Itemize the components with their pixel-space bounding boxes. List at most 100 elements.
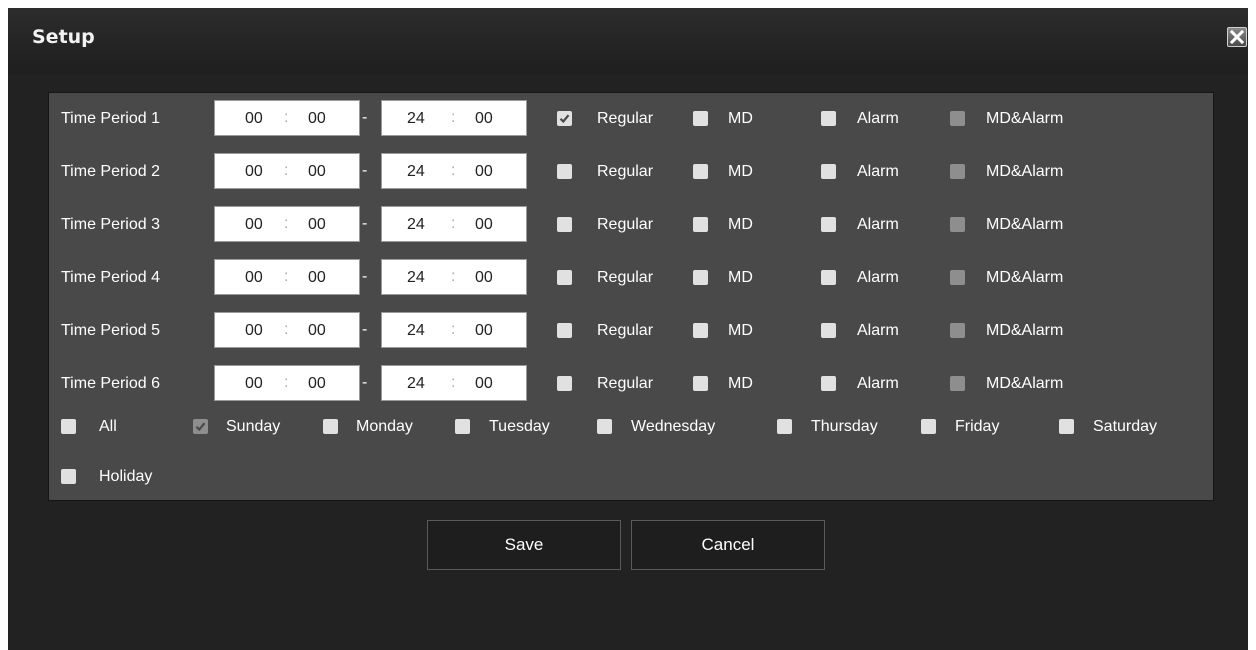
time-range-separator: - — [362, 109, 368, 126]
close-icon — [1230, 30, 1244, 44]
start-time-input[interactable]: 00: 00 — [214, 312, 360, 348]
time-colon: : — [284, 109, 289, 126]
end-hour: 24 — [407, 216, 425, 233]
end-minute: 00 — [475, 216, 493, 233]
regular-checkbox[interactable] — [557, 217, 572, 232]
end-time-input[interactable]: 24: 00 — [381, 206, 527, 242]
start-hour: 00 — [245, 110, 263, 127]
wednesday-label: Wednesday — [631, 418, 716, 435]
save-button[interactable]: Save — [427, 520, 621, 570]
start-minute: 00 — [308, 163, 326, 180]
time-range-separator: - — [362, 162, 368, 179]
time-colon: : — [284, 321, 289, 338]
time-colon: : — [284, 215, 289, 232]
end-hour: 24 — [407, 269, 425, 286]
regular-checkbox[interactable] — [557, 270, 572, 285]
time-range-separator: - — [362, 374, 368, 391]
alarm-label: Alarm — [857, 322, 899, 339]
end-minute: 00 — [475, 110, 493, 127]
alarm-checkbox[interactable] — [821, 270, 836, 285]
start-time-input[interactable]: 00: 00 — [214, 206, 360, 242]
regular-checkbox[interactable] — [557, 111, 572, 126]
md-alarm-label: MD&Alarm — [986, 269, 1064, 286]
dialog-title: Setup — [32, 26, 95, 48]
md-alarm-checkbox[interactable] — [950, 270, 965, 285]
md-alarm-label: MD&Alarm — [986, 216, 1064, 233]
regular-label: Regular — [597, 269, 654, 286]
start-hour: 00 — [245, 163, 263, 180]
start-minute: 00 — [308, 216, 326, 233]
end-time-input[interactable]: 24: 00 — [381, 259, 527, 295]
md-checkbox[interactable] — [693, 270, 708, 285]
time-period-label: Time Period 1 — [61, 110, 160, 127]
time-colon: : — [284, 268, 289, 285]
tuesday-checkbox[interactable] — [455, 419, 470, 434]
end-time-input[interactable]: 24: 00 — [381, 100, 527, 136]
md-label: MD — [728, 216, 753, 233]
md-label: MD — [728, 322, 753, 339]
start-time-input[interactable]: 00: 00 — [214, 259, 360, 295]
time-period-label: Time Period 5 — [61, 322, 160, 339]
regular-checkbox[interactable] — [557, 164, 572, 179]
saturday-checkbox[interactable] — [1059, 419, 1074, 434]
alarm-label: Alarm — [857, 269, 899, 286]
monday-label: Monday — [356, 418, 413, 435]
all-label: All — [99, 418, 117, 435]
friday-label: Friday — [955, 418, 1000, 435]
start-hour: 00 — [245, 216, 263, 233]
wednesday-checkbox[interactable] — [597, 419, 612, 434]
time-period-label: Time Period 4 — [61, 269, 160, 286]
start-time-input[interactable]: 00: 00 — [214, 100, 360, 136]
alarm-checkbox[interactable] — [821, 164, 836, 179]
checkmark-icon — [195, 422, 206, 432]
dialog-titlebar: Setup — [8, 8, 1248, 74]
sunday-checkbox[interactable] — [193, 419, 208, 434]
time-colon: : — [284, 374, 289, 391]
start-time-input[interactable]: 00: 00 — [214, 365, 360, 401]
end-time-input[interactable]: 24: 00 — [381, 153, 527, 189]
alarm-checkbox[interactable] — [821, 376, 836, 391]
alarm-label: Alarm — [857, 163, 899, 180]
checkmark-icon — [559, 114, 570, 124]
md-alarm-label: MD&Alarm — [986, 110, 1064, 127]
md-alarm-checkbox[interactable] — [950, 164, 965, 179]
all-checkbox[interactable] — [61, 419, 76, 434]
thursday-checkbox[interactable] — [777, 419, 792, 434]
time-colon: : — [451, 321, 456, 338]
md-checkbox[interactable] — [693, 164, 708, 179]
md-alarm-label: MD&Alarm — [986, 163, 1064, 180]
md-alarm-checkbox[interactable] — [950, 376, 965, 391]
end-time-input[interactable]: 24: 00 — [381, 312, 527, 348]
start-hour: 00 — [245, 375, 263, 392]
regular-label: Regular — [597, 216, 654, 233]
time-period-label: Time Period 2 — [61, 163, 160, 180]
md-alarm-checkbox[interactable] — [950, 217, 965, 232]
md-label: MD — [728, 163, 753, 180]
md-checkbox[interactable] — [693, 323, 708, 338]
friday-checkbox[interactable] — [921, 419, 936, 434]
close-button[interactable] — [1227, 27, 1247, 47]
md-alarm-checkbox[interactable] — [950, 323, 965, 338]
regular-checkbox[interactable] — [557, 376, 572, 391]
time-period-row: Time Period 1 00: 00 - 24: 00 Regular MD Alarm MD… — [49, 100, 1213, 136]
start-minute: 00 — [308, 110, 326, 127]
regular-label: Regular — [597, 322, 654, 339]
end-minute: 00 — [475, 375, 493, 392]
holiday-checkbox[interactable] — [61, 469, 76, 484]
start-time-input[interactable]: 00: 00 — [214, 153, 360, 189]
time-range-separator: - — [362, 268, 368, 285]
cancel-button[interactable]: Cancel — [631, 520, 825, 570]
md-checkbox[interactable] — [693, 111, 708, 126]
alarm-checkbox[interactable] — [821, 323, 836, 338]
md-checkbox[interactable] — [693, 376, 708, 391]
alarm-checkbox[interactable] — [821, 217, 836, 232]
monday-checkbox[interactable] — [323, 419, 338, 434]
regular-checkbox[interactable] — [557, 323, 572, 338]
md-alarm-checkbox[interactable] — [950, 111, 965, 126]
md-checkbox[interactable] — [693, 217, 708, 232]
start-minute: 00 — [308, 375, 326, 392]
end-minute: 00 — [475, 163, 493, 180]
alarm-checkbox[interactable] — [821, 111, 836, 126]
alarm-label: Alarm — [857, 216, 899, 233]
end-time-input[interactable]: 24: 00 — [381, 365, 527, 401]
